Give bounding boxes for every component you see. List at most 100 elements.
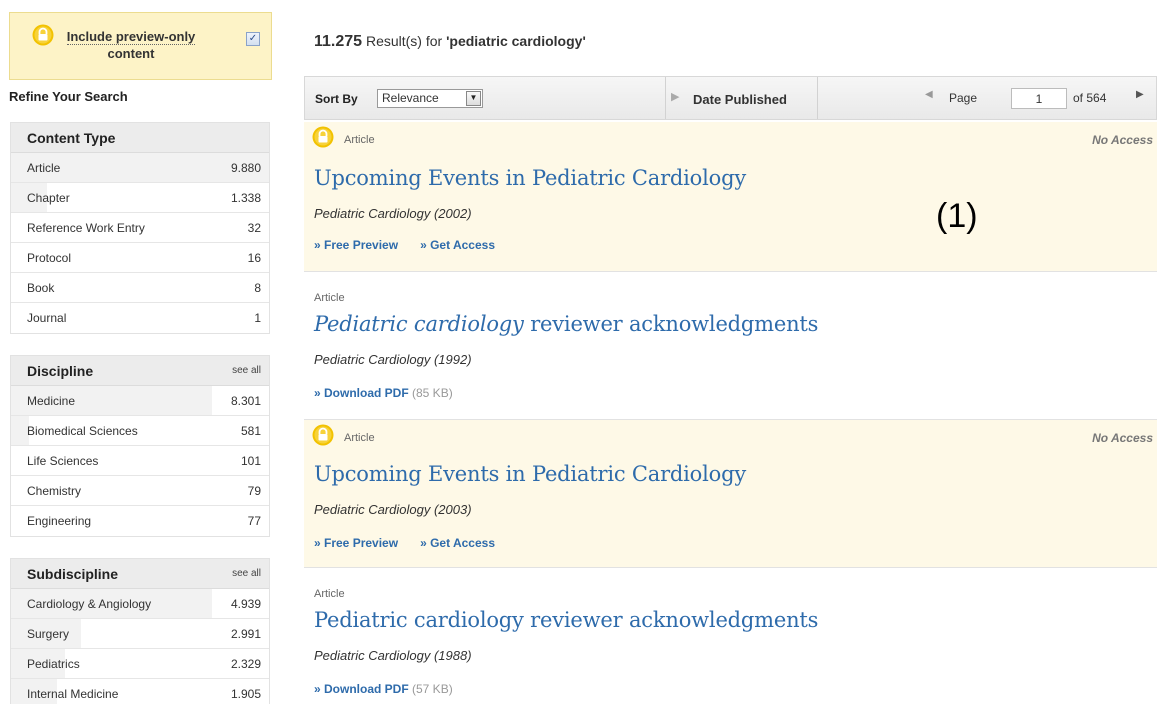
facet-item-label: Engineering — [27, 514, 92, 528]
free-preview-link[interactable]: » Free Preview — [314, 536, 398, 550]
facet-item-count: 581 — [240, 423, 261, 438]
facet-subdiscipline: Subdiscipline see all Cardiology & Angio… — [10, 558, 270, 704]
access-status: No Access — [1092, 133, 1153, 147]
preview-only-label-line1: Include preview-only — [66, 29, 196, 45]
facet-item-label: Pediatrics — [27, 656, 80, 671]
prev-page-icon[interactable]: ◀ — [925, 89, 933, 100]
download-pdf-link[interactable]: » Download PDF — [314, 682, 409, 696]
facet-item[interactable]: Reference Work Entry 32 — [11, 213, 269, 243]
facet-item-count: 2.329 — [230, 656, 261, 671]
result-links: » Free Preview » Get Access — [314, 536, 517, 550]
facet-item[interactable]: Engineering 77 — [11, 506, 269, 536]
get-access-link[interactable]: » Get Access — [420, 536, 495, 550]
facet-item[interactable]: Medicine 8.301 — [11, 386, 269, 416]
free-preview-link[interactable]: » Free Preview — [314, 238, 398, 252]
result-type: Article — [344, 134, 375, 146]
facet-title: Subdiscipline — [27, 565, 119, 582]
facet-item-label: Medicine — [27, 393, 76, 408]
access-status: No Access — [1092, 431, 1153, 445]
result-source: Pediatric Cardiology (1988) — [314, 648, 472, 663]
preview-only-checkbox[interactable]: ✓ — [246, 32, 260, 46]
facet-item[interactable]: Book 8 — [11, 273, 269, 303]
facet-item-count: 79 — [247, 483, 261, 498]
facet-item-label: Surgery — [27, 626, 70, 641]
result-source: Pediatric Cardiology (2002) — [314, 206, 472, 221]
result-title-link[interactable]: Upcoming Events in Pediatric Cardiology — [314, 462, 746, 486]
result-title-highlight: Pediatric cardiology — [314, 312, 524, 336]
facet-item[interactable]: Journal 1 — [11, 303, 269, 333]
facet-item-count: 32 — [247, 220, 261, 235]
facet-item-label: Cardiology & Angiology — [27, 596, 152, 611]
page-label: Page — [949, 91, 978, 105]
facet-item[interactable]: Life Sciences 101 — [11, 446, 269, 476]
facet-item[interactable]: Pediatrics 2.329 — [11, 649, 269, 679]
see-all-link[interactable]: see all — [232, 365, 261, 376]
facet-item-label: Chemistry — [27, 483, 82, 498]
result-type: Article — [314, 292, 345, 304]
results-toolbar: Sort By Relevance ▼ ▶ Date Published ◀ P… — [304, 76, 1157, 120]
facet-item[interactable]: Protocol 16 — [11, 243, 269, 273]
file-size: (85 KB) — [408, 386, 453, 400]
refine-search-title: Refine Your Search — [9, 89, 128, 104]
lock-icon — [312, 126, 334, 148]
sort-by-select[interactable]: Relevance ▼ — [377, 89, 483, 108]
facet-item-count: 4.939 — [230, 596, 261, 611]
facet-item-count: 1 — [254, 311, 261, 325]
result-item: Article Pediatric cardiology reviewer ac… — [304, 272, 1157, 420]
facet-header: Content Type — [11, 123, 269, 153]
result-links: » Free Preview » Get Access — [314, 238, 517, 252]
facet-item[interactable]: Surgery 2.991 — [11, 619, 269, 649]
facet-item-count: 16 — [247, 250, 261, 265]
result-title-text: Pediatric cardiology reviewer acknowledg… — [314, 608, 819, 632]
result-item: Article No Access Upcoming Events in Ped… — [304, 122, 1157, 272]
facet-title: Content Type — [27, 129, 116, 146]
preview-only-label-line2: content — [107, 46, 155, 61]
annotation-label: (1) — [936, 197, 978, 235]
facet-item-count: 77 — [247, 514, 261, 528]
facet-item-count: 2.991 — [230, 626, 261, 641]
facet-item[interactable]: Chemistry 79 — [11, 476, 269, 506]
result-title-text: Upcoming Events in Pediatric Cardiology — [314, 166, 746, 190]
facet-item[interactable]: Chapter 1.338 — [11, 183, 269, 213]
result-title-text: Upcoming Events in Pediatric Cardiology — [314, 462, 746, 486]
result-title-link[interactable]: Pediatric cardiology reviewer acknowledg… — [314, 608, 818, 632]
page-number-input[interactable] — [1011, 88, 1067, 109]
result-title-link[interactable]: Upcoming Events in Pediatric Cardiology — [314, 166, 746, 190]
facet-item[interactable]: Internal Medicine 1.905 — [11, 679, 269, 704]
facet-item[interactable]: Biomedical Sciences 581 — [11, 416, 269, 446]
dropdown-arrow-icon[interactable]: ▼ — [466, 91, 481, 106]
lock-icon — [32, 24, 54, 46]
facet-item-count: 1.338 — [230, 190, 261, 205]
result-title-link[interactable]: Pediatric cardiology reviewer acknowledg… — [314, 312, 818, 336]
facet-item-count: 9.880 — [230, 160, 261, 175]
facet-item-label: Article — [27, 160, 61, 175]
page-total: of 564 — [1073, 91, 1107, 105]
download-pdf-link[interactable]: » Download PDF — [314, 386, 409, 400]
facet-title: Discipline — [27, 362, 94, 379]
sort-by-value: Relevance — [382, 91, 439, 105]
facet-header: Subdiscipline see all — [11, 559, 269, 589]
see-all-link[interactable]: see all — [232, 568, 261, 579]
facet-item[interactable]: Article 9.880 — [11, 153, 269, 183]
results-main: 11.275 Result(s) for 'pediatric cardiolo… — [304, 0, 1157, 704]
result-item: Article No Access Upcoming Events in Ped… — [304, 420, 1157, 568]
facet-item-label: Reference Work Entry — [27, 220, 145, 235]
next-page-icon[interactable]: ▶ — [1136, 89, 1144, 100]
result-source: Pediatric Cardiology (2003) — [314, 502, 472, 517]
facet-content-type: Content Type Article 9.880 Chapter 1.338 Ref… — [10, 122, 270, 334]
result-links: » Download PDF (85 KB) — [314, 386, 453, 400]
facet-header: Discipline see all — [11, 356, 269, 386]
sort-date-published-button[interactable]: ▶ Date Published — [665, 77, 817, 119]
result-title-text: reviewer acknowledgments — [523, 312, 819, 336]
sort-by-label: Sort By — [315, 92, 358, 106]
preview-only-filter[interactable]: Include preview-only content ✓ — [9, 12, 272, 80]
get-access-link[interactable]: » Get Access — [420, 238, 495, 252]
facet-item-label: Journal — [27, 311, 67, 325]
facet-item-count: 8.301 — [230, 393, 261, 408]
facet-discipline: Discipline see all Medicine 8.301 Biomedic… — [10, 355, 270, 537]
facet-item-label: Protocol — [27, 250, 72, 265]
facet-item[interactable]: Cardiology & Angiology 4.939 — [11, 589, 269, 619]
result-type: Article — [344, 432, 375, 444]
sort-direction-icon: ▶ — [671, 91, 680, 103]
facet-item-label: Life Sciences — [27, 453, 99, 468]
